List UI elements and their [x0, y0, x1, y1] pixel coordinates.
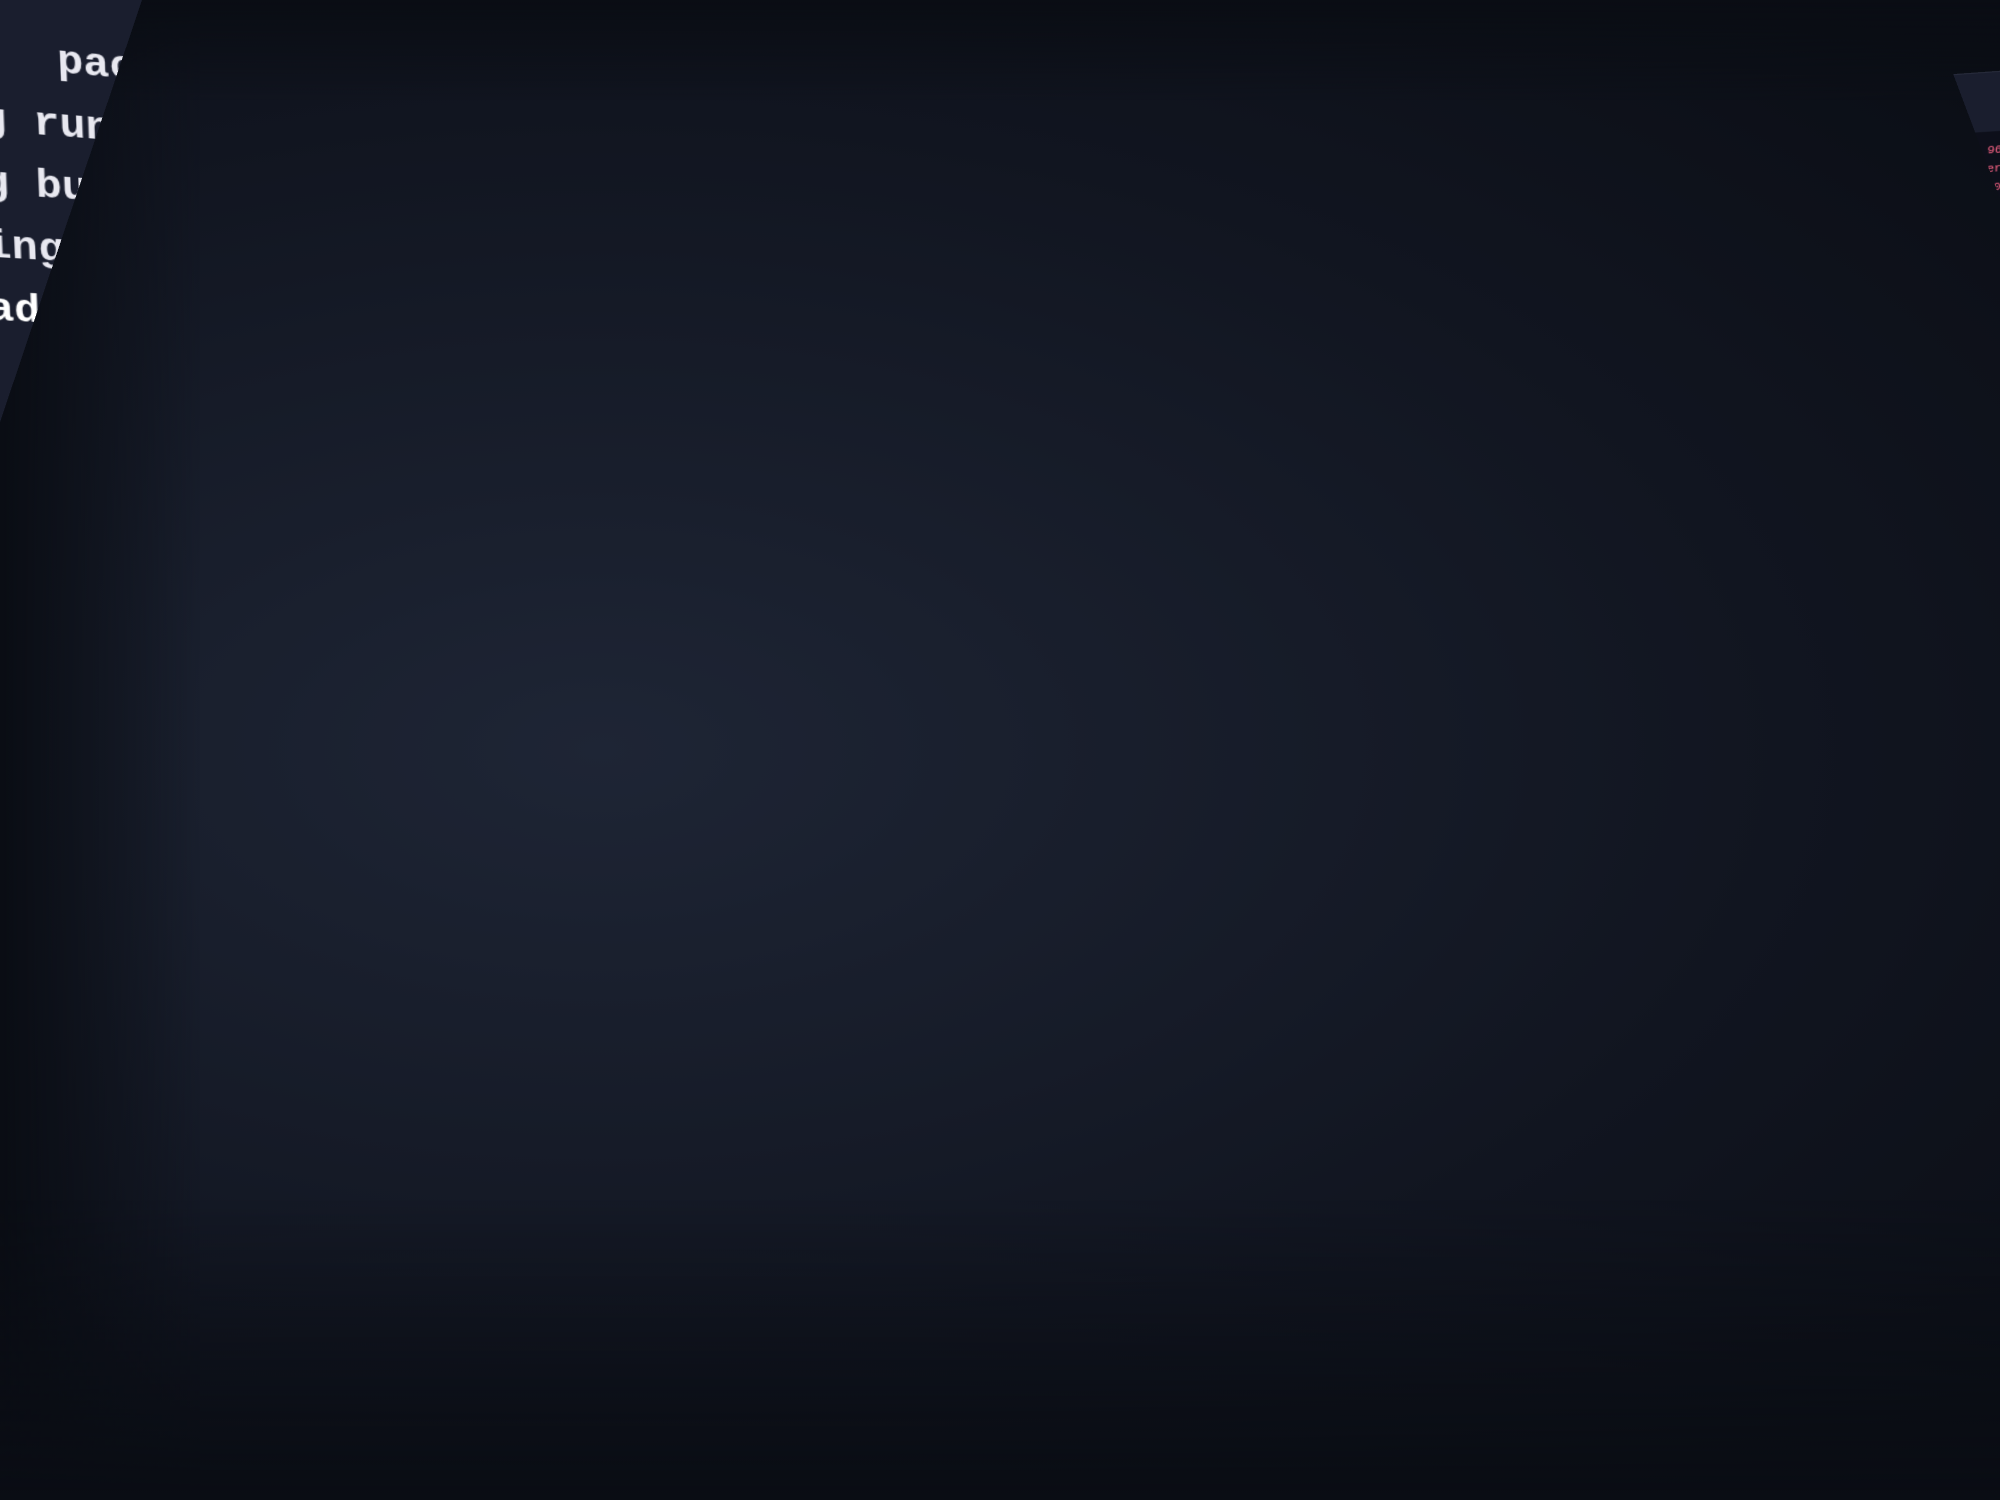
terminal-line: 100 147M 0 0 4682k 0 0:00 [0, 527, 956, 597]
cpu-bar-2 [1441, 171, 1850, 210]
close-button[interactable] [1407, 124, 1420, 138]
process-row[interactable]: 31208 saikiran 20 0 4128 htop [1399, 450, 2000, 485]
fade-overlay-top [0, 0, 2000, 100]
terminal-line [0, 466, 957, 546]
terminal-main: installing package package: android-sdk … [0, 0, 1007, 1457]
scene: installing package package: android-sdk … [0, 0, 2000, 1500]
cpu-label-2: 2 [1402, 196, 1430, 212]
swp-label: Swp [1401, 266, 1435, 282]
process-row[interactable]: 231 root 20 0 1024 kthreadd [1398, 563, 2000, 590]
terminal-line: ols-linux... Passed [0, 1005, 951, 1122]
terminal-line: ng runtime dependencies... [0, 86, 961, 225]
cpu-bracket-open: [ [1429, 231, 1437, 246]
process-row[interactable]: 1 root 20 0 2048 init [1398, 547, 2000, 575]
cpu-bar-1 [1442, 152, 1851, 192]
cpu-row-4: 4 [ 3.0% [1402, 196, 2000, 247]
swp-row: Swp [ 0/21.0G [1401, 234, 2000, 282]
cpu-label-3: 3 [1402, 214, 1430, 230]
process-row[interactable]: 472 root 20 0 3872 systemd [1399, 499, 2000, 530]
terminal-line: license.html [0, 804, 953, 889]
swp-val: 0/21.0G [1977, 235, 2000, 250]
htop-body: 1 [ 6.0% Tasks: 96, 98 2 [ 6.1% lo [1388, 128, 2000, 628]
process-row[interactable]: 380 root 20 0 2048 kworker [1399, 531, 2000, 560]
terminal-line: Passed [0, 905, 952, 1006]
terminal-line [0, 589, 956, 650]
menu-file[interactable]: File [1406, 149, 1437, 166]
terminal-line: android-sdk.csh [0, 701, 955, 770]
cpu-label-1: 1 [1402, 179, 1430, 195]
mem-bar [1447, 220, 1947, 262]
terminal-line: Dload Upload To [0, 403, 958, 492]
maximize-button[interactable] [1448, 121, 1461, 135]
col-pid: PID [1405, 452, 1459, 468]
cpu-bar-3 [1441, 189, 1850, 227]
cpu-bracket-open: [ [1430, 196, 1438, 211]
menu-edit[interactable]: Edit [1457, 145, 1488, 162]
cpu-val-2: 6.1% [1854, 166, 1931, 185]
terminal-line: ng buildtime dependencies... [0, 150, 960, 279]
process-row[interactable]: 568 root 20 0 2560 sshd [1398, 596, 2000, 621]
process-row[interactable]: 902 saikiran 20 0 4128 bash [1399, 483, 2000, 515]
terminal-htop: File Edit View Search Terminal Help 1 [ … [1384, 67, 2000, 975]
terminal-line: android-sdk.conf [0, 752, 954, 829]
cpu-bracket-open: [ [1429, 213, 1437, 228]
terminal-line: oading sdk-tools-linux-4333796.zip... [0, 278, 959, 387]
swp-bar [1446, 237, 1968, 279]
process-row[interactable]: 10981 root 20 0 4128 bash [1398, 580, 2000, 606]
mem-val: 3.89/21.0G [1955, 217, 2000, 233]
terminal-line: package: android-sdk 26.1.1-1 (Mon Feb 1… [0, 21, 962, 170]
terminal-line: % Received % Xferd Average Speed Ti [0, 341, 958, 440]
terminal-line: installing package [0, 0, 962, 116]
col-cmd: %MEM CPU [1631, 434, 2000, 461]
minimize-button[interactable] [1427, 123, 1440, 137]
terminal-line: sdk.sh ... Passed [0, 1055, 950, 1180]
terminal-line: ating source-4333796.zip ... Passed [0, 955, 952, 1064]
process-row[interactable]: 21853 saikiran 20 0 4928 bash [1399, 515, 2000, 545]
col-pri: PRI [1554, 448, 1582, 463]
fade-overlay-bottom [0, 1200, 2000, 1500]
cpu-bar-4 [1441, 202, 1948, 245]
menu-search[interactable]: Search [1560, 137, 1608, 155]
mem-label: Mem [1402, 248, 1436, 264]
terminal-line: android-sdk.sh [0, 649, 955, 710]
terminal-line: id-sdk.csh ... Passed [0, 1104, 950, 1236]
terminal-line: source files with sha1sums... [0, 854, 953, 948]
cpu-val-4: 3.0% [1951, 197, 2000, 216]
cpu-bracket-open: [ [1430, 178, 1438, 193]
menu-terminal[interactable]: Terminal [1629, 132, 1694, 151]
menu-help[interactable]: Help [1715, 128, 1748, 145]
process-row[interactable]: 22651 saikiran 20 0 4928 bash [1399, 467, 2000, 501]
col-ni: NI [1592, 446, 1621, 461]
process-header: PID USER PRI NI %MEM CPU [1399, 431, 2000, 470]
cpu-val-1: 6.0% [1855, 147, 1932, 166]
cpu-val-3: 5.1% [1854, 184, 1931, 203]
cpu-label-4: 4 [1402, 231, 1430, 247]
mem-row: Mem [ 3.89/21.0G [1402, 215, 2000, 265]
menu-view[interactable]: View [1509, 142, 1541, 159]
col-user: USER [1469, 449, 1544, 466]
terminal-line: ving sources... [0, 214, 960, 333]
terminal-line: do with bs: [2, 1153, 950, 1293]
